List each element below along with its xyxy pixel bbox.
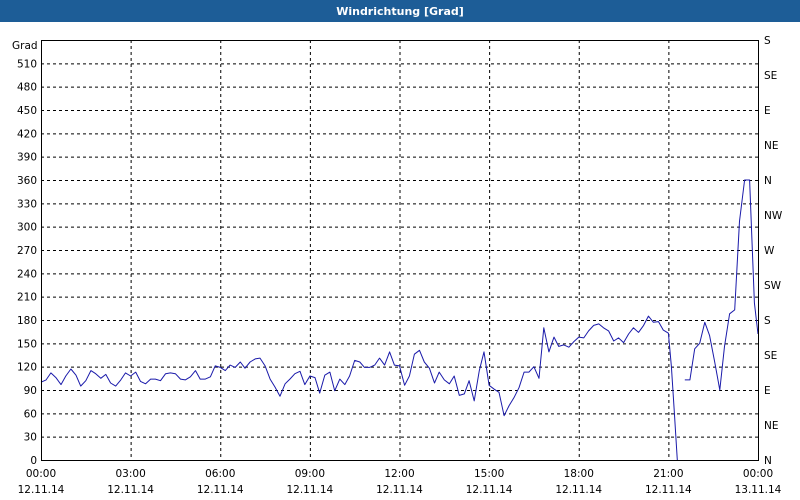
y2-tick-label: NE — [764, 140, 779, 152]
x-tick-date-label: 12.11.14 — [197, 484, 244, 496]
y2-tick-label: SE — [764, 350, 777, 362]
y2-tick-label: N — [764, 175, 772, 187]
y-tick-label: 270 — [17, 245, 37, 257]
y-tick-label: 510 — [17, 58, 37, 70]
y2-tick-label: E — [764, 385, 771, 397]
y2-tick-label: N — [764, 455, 772, 467]
x-tick-time-label: 12:00 — [384, 468, 414, 480]
x-tick-time-label: 03:00 — [115, 468, 145, 480]
y-tick-label: 120 — [17, 362, 37, 374]
x-tick-time-label: 06:00 — [205, 468, 235, 480]
x-tick-time-label: 15:00 — [474, 468, 504, 480]
x-tick-time-label: 21:00 — [653, 468, 683, 480]
x-tick-date-label: 12.11.14 — [376, 484, 423, 496]
y2-tick-label: S — [764, 35, 771, 47]
y-tick-label: 390 — [17, 152, 37, 164]
x-tick-time-label: 18:00 — [564, 468, 594, 480]
y-axis-tick-labels: 0 30 60 90 120 150 180 210 240 270 300 330 360 390 420… — [17, 58, 37, 467]
y2-tick-label: NW — [764, 210, 783, 222]
x-tick-date-label: 12.11.14 — [555, 484, 602, 496]
y2-tick-label: SE — [764, 70, 777, 82]
x-axis-tick-labels: 00:00 12.11.14 03:00 12.11.14 06:00 12.11.14 0… — [18, 468, 782, 496]
y-tick-label: 240 — [17, 268, 37, 280]
y-tick-label: 330 — [17, 198, 37, 210]
y-tick-label: 0 — [30, 455, 37, 467]
y-tick-label: 480 — [17, 82, 37, 94]
y-tick-label: 180 — [17, 315, 37, 327]
x-tick-date-label: 13.11.14 — [735, 484, 782, 496]
y-axis-title: Grad — [12, 40, 38, 52]
y2-tick-label: W — [764, 245, 775, 257]
y-tick-label: 60 — [24, 408, 37, 420]
y2-tick-label: SW — [764, 280, 782, 292]
y2-tick-label: S — [764, 315, 771, 327]
series-line-1 — [40, 315, 678, 461]
window-title: Windrichtung [Grad] — [336, 4, 464, 18]
y-tick-label: 450 — [17, 105, 37, 117]
x-tick-date-label: 12.11.14 — [286, 484, 333, 496]
x-tick-date-label: 12.11.14 — [466, 484, 513, 496]
y2-tick-label: E — [764, 105, 771, 117]
x-tick-date-label: 12.11.14 — [18, 484, 65, 496]
x-tick-time-label: 00:00 — [743, 468, 773, 480]
y-tick-label: 150 — [17, 338, 37, 350]
x-tick-time-label: 09:00 — [295, 468, 325, 480]
y-tick-label: 420 — [17, 128, 37, 140]
x-tick-date-label: 12.11.14 — [107, 484, 154, 496]
y-tick-label: 360 — [17, 175, 37, 187]
x-tick-time-label: 00:00 — [26, 468, 56, 480]
y-tick-label: 210 — [17, 292, 37, 304]
grid-layer — [41, 40, 758, 460]
y-tick-label: 90 — [24, 385, 37, 397]
y2-axis-tick-labels: N NE E SE S SW W NW N NE E SE S — [764, 35, 783, 467]
series-line-2 — [684, 179, 759, 391]
y-tick-label: 30 — [24, 432, 37, 444]
chart-window: Windrichtung [Grad] 0 30 60 90 120 150 180 210 2… — [0, 0, 800, 500]
y-tick-label: 300 — [17, 222, 37, 234]
x-tick-date-label: 12.11.14 — [645, 484, 692, 496]
window-title-bar: Windrichtung [Grad] — [0, 0, 800, 22]
wind-direction-chart: 0 30 60 90 120 150 180 210 240 270 300 330 360 390 420… — [12, 35, 783, 496]
y2-tick-label: NE — [764, 420, 779, 432]
